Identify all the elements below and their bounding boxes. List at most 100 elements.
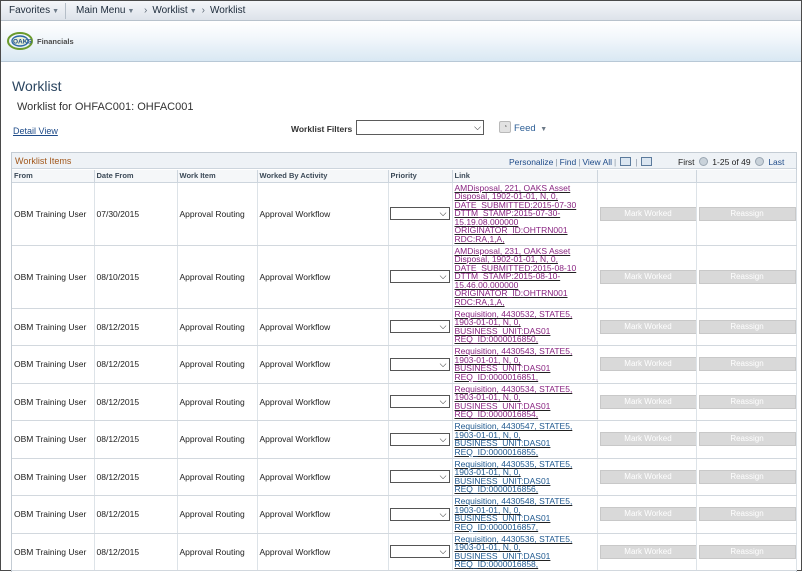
reassign-button[interactable]: Reassign <box>698 432 795 447</box>
worklist-item-link[interactable]: Requisition, 4430536, STATE5, 1903-01-01… <box>455 534 573 570</box>
mark-worked-button[interactable]: Mark Worked <box>599 507 695 522</box>
worklist-item-link[interactable]: Requisition, 4430547, STATE5, 1903-01-01… <box>455 421 573 457</box>
new-window-icon[interactable] <box>620 157 632 166</box>
priority-select[interactable]: ⌵ <box>389 395 450 409</box>
cell-link: Requisition, 4430532, STATE5, 1903-01-01… <box>452 308 598 346</box>
dropdown-arrow-icon: ⌵ <box>439 433 447 444</box>
cell-work-item: Approval Routing <box>177 182 258 246</box>
column-header-work-item[interactable]: Work Item <box>177 170 258 183</box>
reassign-button[interactable]: Reassign <box>698 357 795 372</box>
reassign-button[interactable]: Reassign <box>698 206 795 221</box>
table-row: OBM Training User 08/12/2015 Approval Rout… <box>12 458 797 496</box>
oaks-logo[interactable]: OAKS Financials <box>7 30 87 54</box>
reassign-button[interactable]: Reassign <box>698 507 795 522</box>
mark-worked-button[interactable]: Mark Worked <box>599 319 695 334</box>
cell-date-from: 08/12/2015 <box>94 495 178 534</box>
reassign-button[interactable]: Reassign <box>698 394 795 409</box>
favorites-menu[interactable]: Favorites ▼ <box>9 5 59 16</box>
worklist-item-link[interactable]: AMDisposal, 221, OAKS Asset Disposal, 19… <box>455 183 577 244</box>
column-header-worked-by-activity[interactable]: Worked By Activity <box>257 170 389 183</box>
cell-date-from: 08/12/2015 <box>94 345 178 384</box>
priority-select[interactable]: ⌵ <box>389 507 450 521</box>
priority-select[interactable]: ⌵ <box>389 545 450 559</box>
dropdown-arrow-icon: ⌵ <box>439 271 447 281</box>
cell-from: OBM Training User <box>12 533 95 571</box>
next-page-icon[interactable] <box>754 157 764 166</box>
breadcrumb-arrow-icon: › <box>144 5 148 16</box>
cell-priority: ⌵ <box>388 308 453 346</box>
worklist-item-link[interactable]: Requisition, 4430532, STATE5, 1903-01-01… <box>455 309 573 345</box>
worklist-item-link[interactable]: Requisition, 4430543, STATE5, 1903-01-01… <box>455 346 573 382</box>
previous-page-icon[interactable] <box>698 157 708 166</box>
priority-select[interactable]: ⌵ <box>389 357 450 371</box>
mark-worked-button[interactable]: Mark Worked <box>599 269 695 284</box>
cell-worked-by-activity: Approval Workflow <box>257 533 389 571</box>
find-link[interactable]: Find <box>560 157 577 167</box>
cell-mark-worked: Mark Worked <box>597 383 697 421</box>
column-header-link[interactable]: Link <box>452 170 598 183</box>
mark-worked-button[interactable]: Mark Worked <box>599 432 695 447</box>
logo-subtext: Financials <box>37 37 74 46</box>
worklist-item-link[interactable]: AMDisposal, 231, OAKS Asset Disposal, 19… <box>455 246 577 307</box>
detail-view-link[interactable]: Detail View <box>13 126 58 136</box>
column-header-priority[interactable]: Priority <box>388 170 453 183</box>
pager-last[interactable]: Last <box>768 157 784 167</box>
tool-divider: | <box>635 157 638 167</box>
breadcrumb-current[interactable]: Worklist <box>210 5 245 16</box>
cell-priority: ⌵ <box>388 420 453 459</box>
mark-worked-button[interactable]: Mark Worked <box>599 544 695 559</box>
cell-mark-worked: Mark Worked <box>597 245 697 309</box>
main-menu-label: Main Menu <box>76 5 126 16</box>
priority-select[interactable]: ⌵ <box>389 470 450 484</box>
cell-worked-by-activity: Approval Workflow <box>257 245 389 309</box>
reassign-button[interactable]: Reassign <box>698 269 795 284</box>
rss-feed-icon[interactable]: ◔ <box>499 121 511 133</box>
dropdown-arrow-icon: ⌵ <box>439 508 447 519</box>
cell-priority: ⌵ <box>388 345 453 384</box>
mark-worked-button[interactable]: Mark Worked <box>599 206 695 221</box>
reassign-button[interactable]: Reassign <box>698 544 795 559</box>
column-header-from[interactable]: From <box>12 170 95 183</box>
download-grid-icon[interactable] <box>641 157 653 166</box>
cell-work-item: Approval Routing <box>177 308 258 346</box>
personalize-link[interactable]: Personalize <box>509 157 553 167</box>
feed-menu[interactable]: Feed ▼ <box>514 123 547 134</box>
cell-link: Requisition, 4430534, STATE5, 1903-01-01… <box>452 383 598 421</box>
main-menu[interactable]: Main Menu ▼ <box>76 5 134 16</box>
pager-range: 1-25 of 49 <box>712 157 751 167</box>
cell-priority: ⌵ <box>388 495 453 534</box>
table-row: OBM Training User 08/10/2015 Approval Rout… <box>12 245 797 309</box>
cell-mark-worked: Mark Worked <box>597 495 697 534</box>
view-all-link[interactable]: View All <box>582 157 612 167</box>
worklist-item-link[interactable]: Requisition, 4430534, STATE5, 1903-01-01… <box>455 384 573 420</box>
breadcrumb-arrow-icon: › <box>201 5 205 16</box>
grid-title-bar: Worklist Items Personalize | Find | View All… <box>12 153 796 169</box>
priority-select[interactable]: ⌵ <box>389 270 450 283</box>
cell-link: Requisition, 4430547, STATE5, 1903-01-01… <box>452 420 598 459</box>
priority-select[interactable]: ⌵ <box>389 207 450 220</box>
cell-work-item: Approval Routing <box>177 345 258 384</box>
cell-date-from: 07/30/2015 <box>94 182 178 246</box>
mark-worked-button[interactable]: Mark Worked <box>599 357 695 372</box>
worklist-filters-select[interactable]: ⌵ <box>356 120 484 135</box>
page-title: Worklist <box>12 78 62 94</box>
cell-link: AMDisposal, 231, OAKS Asset Disposal, 19… <box>452 245 598 309</box>
cell-priority: ⌵ <box>388 182 453 246</box>
cell-worked-by-activity: Approval Workflow <box>257 182 389 246</box>
breadcrumb-worklist-menu[interactable]: Worklist ▼ <box>152 5 196 16</box>
priority-select[interactable]: ⌵ <box>389 432 450 446</box>
cell-reassign: Reassign <box>696 533 797 571</box>
reassign-button[interactable]: Reassign <box>698 469 795 484</box>
dropdown-arrow-icon: ⌵ <box>439 208 447 218</box>
dropdown-arrow-icon: ⌵ <box>439 321 447 332</box>
pager-first[interactable]: First <box>678 157 695 167</box>
priority-select[interactable]: ⌵ <box>389 320 450 334</box>
mark-worked-button[interactable]: Mark Worked <box>599 469 695 484</box>
mark-worked-button[interactable]: Mark Worked <box>599 394 695 409</box>
column-header-date-from[interactable]: Date From <box>94 170 178 183</box>
worklist-item-link[interactable]: Requisition, 4430535, STATE5, 1903-01-01… <box>455 459 573 495</box>
cell-date-from: 08/12/2015 <box>94 533 178 571</box>
cell-from: OBM Training User <box>12 420 95 459</box>
reassign-button[interactable]: Reassign <box>698 319 795 334</box>
worklist-item-link[interactable]: Requisition, 4430548, STATE5, 1903-01-01… <box>455 496 573 532</box>
